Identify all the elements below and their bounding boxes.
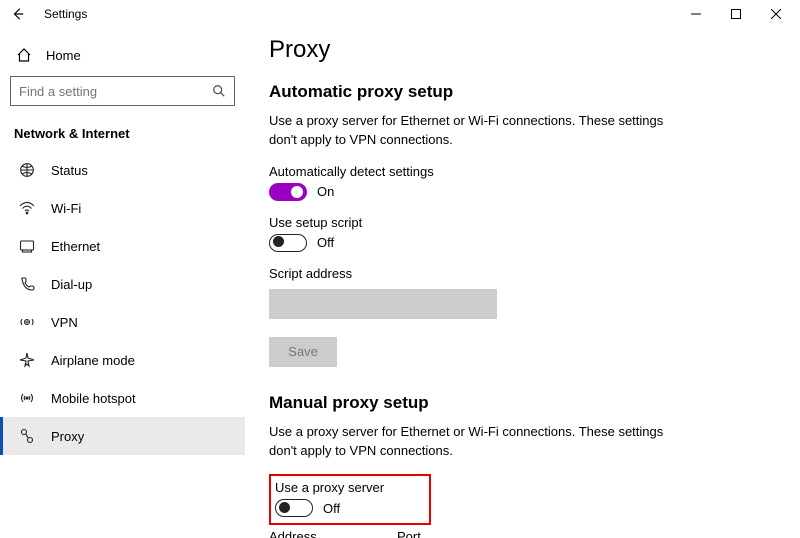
script-addr-label: Script address	[269, 266, 784, 281]
manual-heading: Manual proxy setup	[269, 393, 784, 413]
script-toggle[interactable]	[269, 234, 307, 252]
auto-desc: Use a proxy server for Ethernet or Wi-Fi…	[269, 112, 689, 150]
globe-icon	[19, 162, 35, 178]
nav-list: Status Wi-Fi Ethernet Dial-up VPN Airpla…	[0, 151, 245, 455]
nav-vpn[interactable]: VPN	[0, 303, 245, 341]
airplane-icon	[19, 352, 35, 368]
close-button[interactable]	[756, 0, 796, 28]
detect-toggle[interactable]	[269, 183, 307, 201]
ethernet-icon	[19, 238, 35, 254]
nav-hotspot[interactable]: Mobile hotspot	[0, 379, 245, 417]
nav-label: VPN	[51, 315, 78, 330]
nav-dialup[interactable]: Dial-up	[0, 265, 245, 303]
nav-label: Dial-up	[51, 277, 92, 292]
sidebar: Home Network & Internet Status Wi-Fi Eth…	[0, 28, 245, 538]
nav-label: Proxy	[51, 429, 84, 444]
home-label: Home	[46, 48, 81, 63]
back-button[interactable]	[0, 0, 36, 28]
detect-state: On	[317, 184, 334, 199]
minimize-button[interactable]	[676, 0, 716, 28]
page-title: Proxy	[269, 36, 784, 64]
script-address-input[interactable]	[269, 289, 497, 319]
nav-label: Airplane mode	[51, 353, 135, 368]
use-proxy-state: Off	[323, 501, 340, 516]
minimize-icon	[691, 9, 701, 19]
highlight-box: Use a proxy server Off	[269, 474, 431, 525]
category-header: Network & Internet	[14, 126, 235, 141]
titlebar: Settings	[0, 0, 800, 28]
nav-ethernet[interactable]: Ethernet	[0, 227, 245, 265]
search-box[interactable]	[10, 76, 235, 106]
address-label: Address	[269, 529, 349, 538]
nav-wifi[interactable]: Wi-Fi	[0, 189, 245, 227]
nav-proxy[interactable]: Proxy	[0, 417, 245, 455]
nav-status[interactable]: Status	[0, 151, 245, 189]
script-state: Off	[317, 235, 334, 250]
wifi-icon	[19, 200, 35, 216]
nav-airplane[interactable]: Airplane mode	[0, 341, 245, 379]
maximize-icon	[731, 9, 741, 19]
search-icon	[212, 84, 226, 98]
auto-heading: Automatic proxy setup	[269, 82, 784, 102]
nav-label: Mobile hotspot	[51, 391, 136, 406]
phone-icon	[19, 276, 35, 292]
proxy-icon	[19, 428, 35, 444]
nav-label: Status	[51, 163, 88, 178]
search-input[interactable]	[19, 84, 212, 99]
content: Proxy Automatic proxy setup Use a proxy …	[245, 28, 800, 538]
maximize-button[interactable]	[716, 0, 756, 28]
arrow-left-icon	[11, 7, 25, 21]
script-label: Use setup script	[269, 215, 784, 230]
nav-label: Wi-Fi	[51, 201, 81, 216]
manual-desc: Use a proxy server for Ethernet or Wi-Fi…	[269, 423, 689, 461]
detect-label: Automatically detect settings	[269, 164, 784, 179]
home-link[interactable]: Home	[10, 36, 235, 74]
use-proxy-toggle[interactable]	[275, 499, 313, 517]
close-icon	[771, 9, 781, 19]
nav-label: Ethernet	[51, 239, 100, 254]
window-title: Settings	[36, 7, 87, 21]
hotspot-icon	[19, 390, 35, 406]
use-proxy-label: Use a proxy server	[275, 480, 384, 495]
vpn-icon	[19, 314, 35, 330]
port-label: Port	[397, 529, 477, 538]
save-button[interactable]: Save	[269, 337, 337, 367]
home-icon	[16, 47, 32, 63]
